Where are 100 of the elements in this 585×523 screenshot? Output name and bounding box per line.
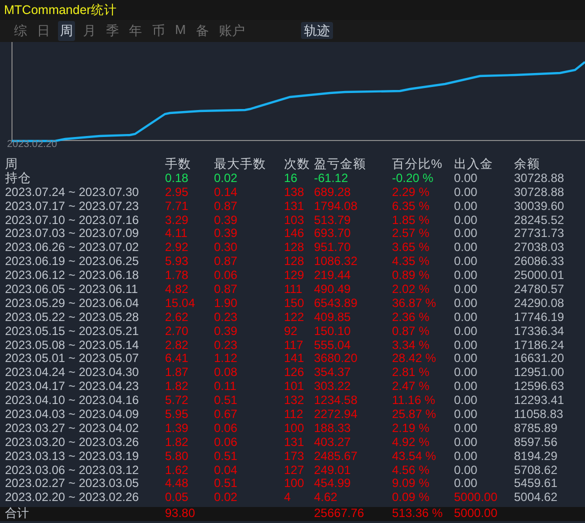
table-cell-text: 27731.73 [514, 227, 566, 242]
table-cell-text: 2.82 [165, 338, 190, 352]
table-cell-text: 5.80 [165, 450, 190, 464]
column-header: 百分比% [392, 158, 444, 172]
table-cell-text: 3680.20 [314, 352, 358, 366]
tab[interactable]: 月 [81, 21, 98, 41]
row-label: 2023.06.19 ~ 2023.06.25 [5, 255, 140, 270]
table-cell-text: 0.14 [214, 186, 238, 200]
table-cell-text: 4.48 [165, 477, 190, 492]
table-cell-text: 354.37 [314, 366, 352, 380]
row-label: 2023.07.10 ~ 2023.07.16 [5, 214, 140, 228]
table-cell-text: 3.34 % [392, 338, 430, 352]
table-cell-text: 30039.60 [514, 200, 566, 214]
table-cell-text: 17746.19 [514, 310, 566, 325]
table-cell-text: 0.00 [454, 269, 478, 284]
column-header: 最大手数 [214, 158, 267, 172]
table-cell-text: 4 [284, 491, 292, 506]
row-label: 2023.07.17 ~ 2023.07.23 [5, 200, 140, 214]
table-cell-text: 126 [284, 366, 306, 380]
table-cell-text: 8597.56 [514, 436, 558, 450]
table-cell-text: 111 [284, 283, 304, 297]
tab[interactable]: 综 [12, 21, 29, 41]
table-cell-text: 3.65 % [392, 241, 430, 256]
table-cell-text: 0.00 [454, 186, 478, 200]
table-cell-text: 1.62 [165, 464, 190, 478]
table-cell-text: 8785.89 [514, 422, 558, 436]
row-label: 2023.04.03 ~ 2023.04.09 [5, 408, 140, 422]
table-cell-text: 5.95 [165, 408, 190, 422]
table-cell-text: 6.35 % [392, 200, 430, 214]
table-cell-text: 1.82 [165, 436, 190, 450]
table-cell-text: 0.00 [454, 241, 478, 256]
table-cell-text: 173 [284, 450, 306, 464]
table-cell-text: 128 [284, 241, 306, 256]
table-cell-text: 117 [284, 338, 304, 352]
table-cell-text: 555.04 [314, 338, 352, 352]
tab[interactable]: 日 [35, 21, 52, 41]
table-cell-text: 25.87 % [392, 408, 438, 422]
table-cell-text: 5000.00 [454, 491, 498, 506]
row-label: 2023.03.20 ~ 2023.03.26 [5, 436, 140, 450]
table-cell-text: 36.87 % [392, 296, 438, 311]
tab[interactable]: M [173, 21, 188, 41]
table-cell-text: 0.00 [454, 408, 478, 422]
table-cell-text: 1794.08 [314, 200, 358, 214]
tab[interactable]: 备 [194, 21, 211, 41]
table-cell-text: 2272.94 [314, 408, 358, 422]
table-cell-text: 0.51 [214, 477, 238, 492]
column-header: 周 [5, 158, 19, 172]
row-label: 2023.03.13 ~ 2023.03.19 [5, 450, 140, 464]
table-cell-text: 2.36 % [392, 310, 430, 325]
column-header: 盈亏金额 [314, 158, 367, 172]
table-cell-text: 0.11 [214, 380, 238, 394]
table-cell-text: 100 [284, 477, 306, 492]
table-cell-text: 403.27 [314, 436, 352, 450]
row-label: 2023.05.08 ~ 2023.05.14 [5, 338, 140, 352]
table-cell-text: 1.82 [165, 380, 190, 394]
table-cell-text: 0.00 [454, 255, 478, 270]
table-cell-text: 0.00 [454, 422, 478, 436]
table-cell-text: 0.06 [214, 269, 238, 284]
table-cell-text: 0.00 [454, 464, 478, 478]
tab[interactable]: 币 [150, 21, 167, 41]
row-label: 2023.03.27 ~ 2023.04.02 [5, 422, 140, 436]
table-cell-text: 28.42 % [392, 352, 438, 366]
table-cell-text: 0.00 [454, 324, 478, 339]
table-cell-text: 0.23 [214, 338, 238, 352]
table-cell-text: 1086.32 [314, 255, 358, 270]
table-cell-text: 146 [284, 227, 306, 242]
table-cell-text: 0.89 % [392, 269, 430, 284]
table-cell-text: 5.72 [165, 394, 190, 408]
table-cell-text: 1.90 [214, 296, 238, 311]
table-cell-text: 513.36 % [392, 507, 444, 522]
tab[interactable]: 季 [104, 21, 121, 41]
table-cell-text: 30728.88 [514, 172, 566, 186]
table-cell-text: 25667.76 [314, 507, 366, 522]
row-label: 2023.07.03 ~ 2023.07.09 [5, 227, 140, 242]
table-cell-text: 1234.58 [314, 394, 358, 408]
table-cell-text: 0.02 [214, 172, 238, 186]
table-cell-text: 0.00 [454, 394, 478, 408]
row-label: 2023.03.06 ~ 2023.03.12 [5, 464, 140, 478]
tab[interactable]: 周 [58, 21, 75, 41]
table-cell-text: 0.06 [214, 422, 238, 436]
table-cell-text: 26086.33 [514, 255, 566, 270]
table-cell-text: 0.08 [214, 366, 238, 380]
tab[interactable]: 年 [127, 21, 144, 41]
table-cell-text: 0.87 [214, 255, 238, 270]
table-cell-text: 4.35 % [392, 255, 430, 270]
row-label: 持仓 [5, 172, 32, 186]
track-toggle[interactable]: 轨迹 [301, 22, 333, 39]
table-cell-text: 1.12 [214, 352, 238, 366]
table-cell-text: 249.01 [314, 464, 352, 478]
table-cell-text: 5.93 [165, 255, 190, 270]
table-cell-text: 0.39 [214, 324, 238, 339]
table-cell-text: 27038.03 [514, 241, 566, 256]
table-cell-text: 4.82 [165, 283, 190, 297]
table-cell-text: 2.70 [165, 324, 190, 339]
tab[interactable]: 账户 [216, 21, 247, 41]
window-title: MTCommander统计 [4, 2, 117, 18]
table-cell-text: 17336.34 [514, 324, 566, 339]
table-cell-text: 5004.62 [514, 491, 558, 506]
column-header: 出入金 [454, 158, 494, 172]
table-cell-text: 0.00 [454, 436, 478, 450]
